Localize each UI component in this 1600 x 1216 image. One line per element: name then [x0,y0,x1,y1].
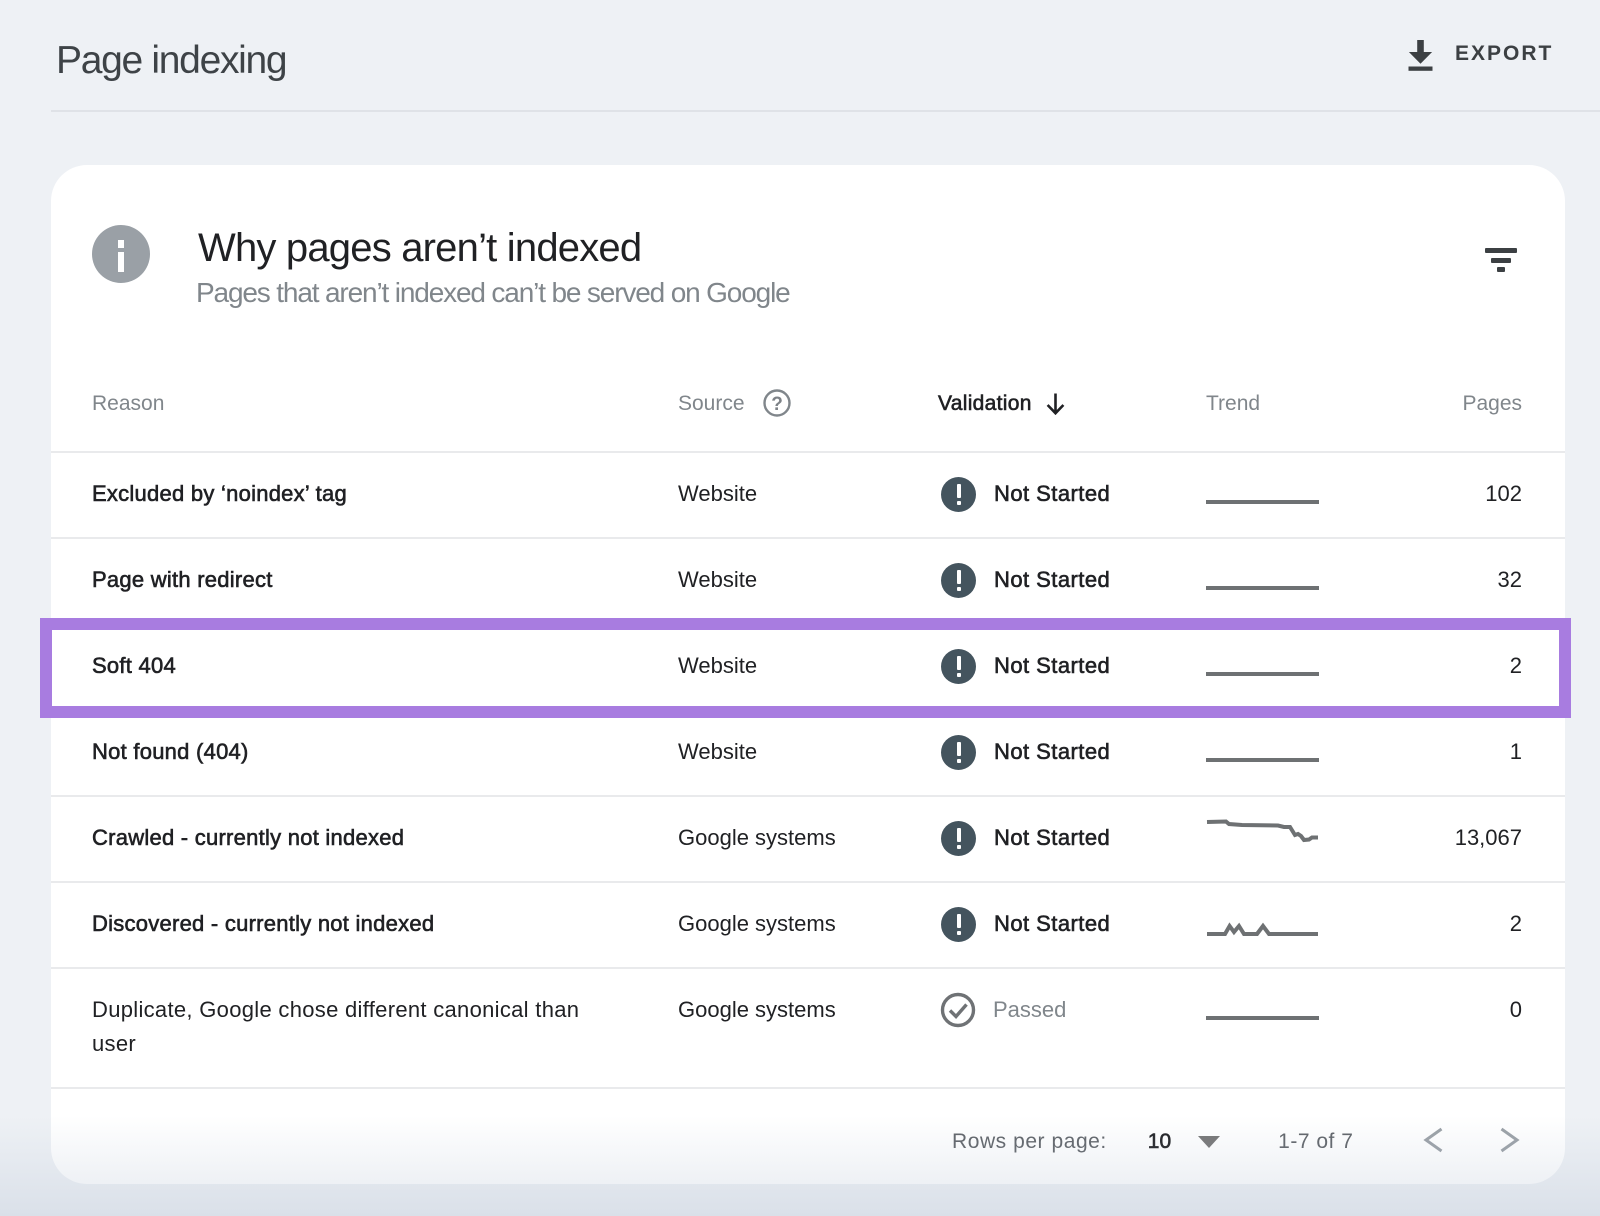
svg-text:?: ? [771,394,783,415]
